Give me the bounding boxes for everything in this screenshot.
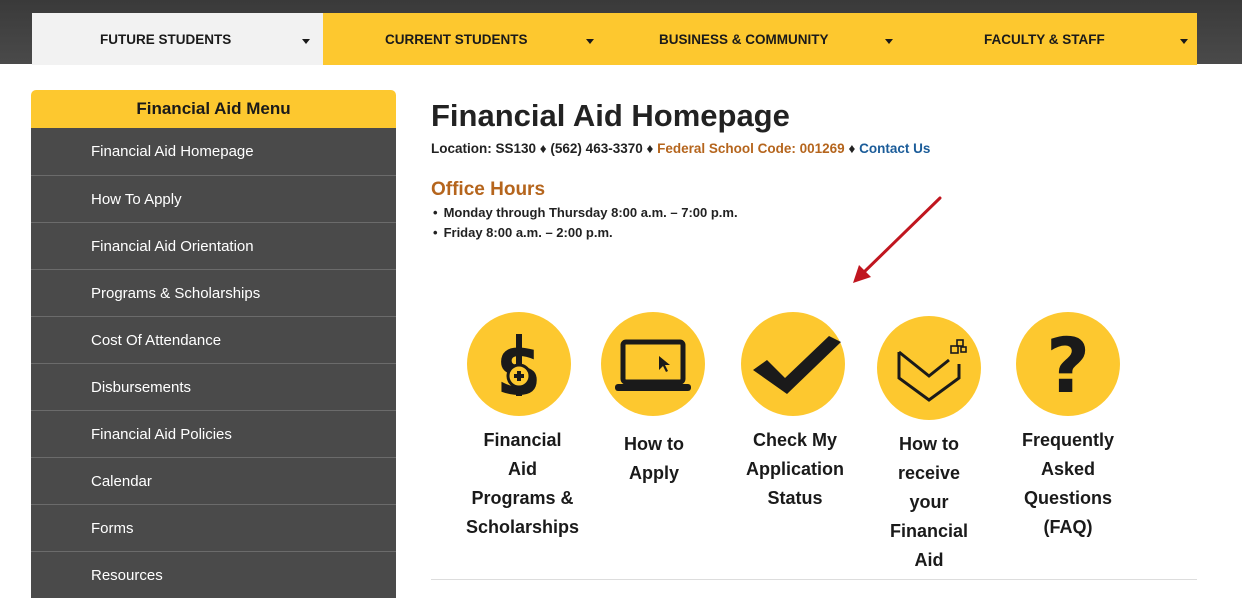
label-line: Financial (889, 521, 969, 541)
label-line: receive (897, 463, 961, 483)
financial-aid-programs-label[interactable]: Financial Aid Programs & Scholarships (450, 426, 595, 542)
receive-financial-aid-link[interactable] (877, 316, 981, 420)
main-nav: FUTURE STUDENTS CURRENT STUDENTS BUSINES… (32, 13, 1197, 65)
sidebar-item-calendar[interactable]: Calendar (31, 457, 396, 504)
how-to-apply-link[interactable] (601, 312, 705, 416)
label-line: Aid (508, 459, 537, 479)
envelope-icon (897, 339, 967, 402)
laptop-icon (615, 339, 691, 391)
hours-item: Monday through Thursday 8:00 a.m. – 7:00… (431, 203, 1201, 223)
faq-label[interactable]: Frequently Asked Questions (FAQ) (1002, 426, 1134, 542)
sidebar-item-resources[interactable]: Resources (31, 551, 396, 598)
sidebar-item-forms[interactable]: Forms (31, 504, 396, 551)
receive-financial-aid-label[interactable]: How to receive your Financial Aid (867, 430, 991, 575)
label-line: Apply (628, 463, 679, 483)
nav-label: CURRENT STUDENTS (385, 31, 528, 47)
checkmark-icon (753, 336, 841, 394)
label-line: Frequently (1021, 430, 1114, 450)
faq-link[interactable]: ? (1016, 312, 1120, 416)
nav-label: FACULTY & STAFF (984, 31, 1105, 47)
label-line: Application (746, 459, 844, 479)
office-hours-list: Monday through Thursday 8:00 a.m. – 7:00… (431, 203, 1201, 243)
label-line: Programs & (471, 488, 574, 508)
contact-us-link[interactable]: Contact Us (859, 141, 930, 156)
financial-aid-programs-link[interactable]: S (467, 312, 571, 416)
chevron-down-icon (1180, 39, 1188, 44)
sidebar-item-orientation[interactable]: Financial Aid Orientation (31, 222, 396, 269)
label-line: Financial (483, 430, 562, 450)
nav-future-students[interactable]: FUTURE STUDENTS (32, 13, 323, 65)
nav-label: FUTURE STUDENTS (100, 31, 232, 47)
sidebar-item-programs-scholarships[interactable]: Programs & Scholarships (31, 269, 396, 316)
dollar-icon: S (497, 334, 541, 409)
sidebar-item-cost-of-attendance[interactable]: Cost Of Attendance (31, 316, 396, 363)
label-line: How to (899, 434, 959, 454)
red-arrow-icon (853, 196, 942, 283)
hours-item: Friday 8:00 a.m. – 2:00 p.m. (431, 223, 1201, 243)
location-text: Location: SS130 ♦ (562) 463-3370 ♦ (431, 141, 658, 156)
svg-text:?: ? (1046, 321, 1090, 410)
label-line: your (909, 492, 949, 512)
nav-label: BUSINESS & COMMUNITY (659, 31, 829, 47)
separator: ♦ (844, 141, 860, 156)
nav-business-community[interactable]: BUSINESS & COMMUNITY (615, 13, 907, 65)
top-nav-bar: FUTURE STUDENTS CURRENT STUDENTS BUSINES… (0, 0, 1242, 65)
label-line: Check My (752, 430, 838, 450)
main-content: Financial Aid Homepage Location: SS130 ♦… (431, 96, 1201, 243)
location-line: Location: SS130 ♦ (562) 463-3370 ♦ Feder… (431, 141, 1201, 156)
label-line: How to (624, 434, 684, 454)
chevron-down-icon (302, 39, 310, 44)
label-line: (FAQ) (1043, 517, 1093, 537)
label-line: Scholarships (465, 517, 580, 537)
chevron-down-icon (586, 39, 594, 44)
sidebar-title: Financial Aid Menu (31, 90, 396, 128)
label-line: Aid (914, 550, 944, 570)
office-hours-heading: Office Hours (431, 179, 546, 200)
check-status-label[interactable]: Check My Application Status (725, 426, 865, 513)
page-title: Financial Aid Homepage (431, 98, 790, 133)
chevron-down-icon (885, 39, 893, 44)
content-divider (431, 579, 1197, 580)
nav-faculty-staff[interactable]: FACULTY & STAFF (907, 13, 1197, 65)
how-to-apply-label[interactable]: How to Apply (602, 430, 706, 488)
sidebar-item-policies[interactable]: Financial Aid Policies (31, 410, 396, 457)
label-line: Asked (1040, 459, 1096, 479)
question-icon: ? (1046, 321, 1090, 410)
label-line: Status (767, 488, 823, 508)
nav-current-students[interactable]: CURRENT STUDENTS (323, 13, 615, 65)
sidebar-item-homepage[interactable]: Financial Aid Homepage (31, 128, 396, 175)
label-line: Questions (1023, 488, 1112, 508)
check-status-link[interactable] (741, 312, 845, 416)
sidebar-item-how-to-apply[interactable]: How To Apply (31, 175, 396, 222)
sidebar-item-disbursements[interactable]: Disbursements (31, 363, 396, 410)
financial-aid-menu: Financial Aid Menu Financial Aid Homepag… (31, 90, 396, 598)
federal-school-code: Federal School Code: 001269 (657, 141, 845, 156)
